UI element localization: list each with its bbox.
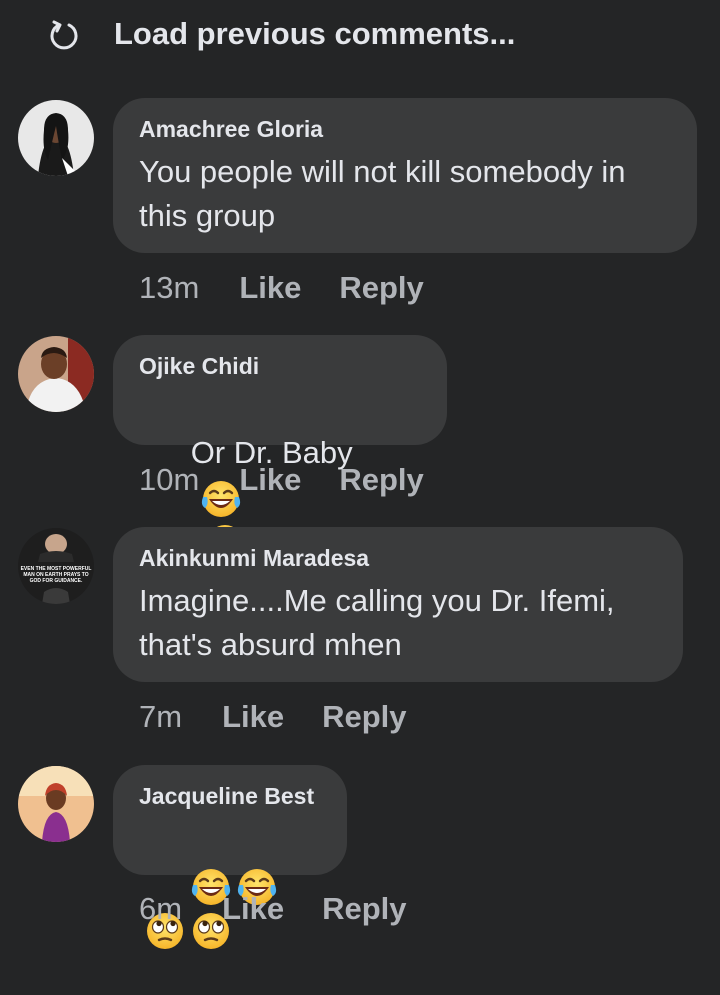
svg-text:GOD FOR GUIDANCE.: GOD FOR GUIDANCE. — [30, 578, 83, 584]
load-previous-label: Load previous comments... — [114, 16, 516, 51]
comment-time[interactable]: 13m — [139, 270, 199, 306]
refresh-icon — [44, 14, 84, 54]
comment-text: Imagine....Me calling you Dr. Ifemi, tha… — [139, 583, 624, 662]
avatar[interactable]: EVEN THE MOST POWERFUL MAN ON EARTH PRAY… — [18, 528, 94, 604]
reply-button[interactable]: Reply — [322, 699, 406, 735]
reply-button[interactable]: Reply — [322, 891, 406, 927]
comment-bubble: Jacqueline Best — [113, 765, 347, 951]
comment-author[interactable]: Akinkunmi Maradesa — [139, 543, 657, 573]
like-button[interactable]: Like — [239, 270, 301, 306]
comment-author[interactable]: Jacqueline Best — [139, 781, 321, 811]
load-previous-comments-button[interactable]: Load previous comments... — [44, 10, 515, 58]
reply-button[interactable]: Reply — [339, 462, 423, 498]
avatar[interactable] — [18, 336, 94, 412]
comment-bubble: Ojike Chidi Or Dr. Baby — [113, 335, 447, 563]
comment-bubble: Amachree Gloria You people will not kill… — [113, 98, 697, 253]
like-button[interactable]: Like — [239, 462, 301, 498]
comment-bubble: Akinkunmi Maradesa Imagine....Me calling… — [113, 527, 683, 682]
comment-actions: 7m Like Reply — [139, 699, 407, 735]
comment-time[interactable]: 6m — [139, 891, 182, 927]
comment-author[interactable]: Amachree Gloria — [139, 114, 671, 144]
reply-button[interactable]: Reply — [339, 270, 423, 306]
comment-actions: 6m Like Reply — [139, 891, 407, 927]
comment-actions: 13m Like Reply — [139, 270, 424, 306]
like-button[interactable]: Like — [222, 699, 284, 735]
comment-time[interactable]: 10m — [139, 462, 199, 498]
avatar[interactable] — [18, 766, 94, 842]
comment-author[interactable]: Ojike Chidi — [139, 351, 421, 381]
like-button[interactable]: Like — [222, 891, 284, 927]
comment-text: You people will not kill somebody in thi… — [139, 154, 635, 233]
avatar[interactable] — [18, 100, 94, 176]
comment-time[interactable]: 7m — [139, 699, 182, 735]
comment-actions: 10m Like Reply — [139, 462, 424, 498]
